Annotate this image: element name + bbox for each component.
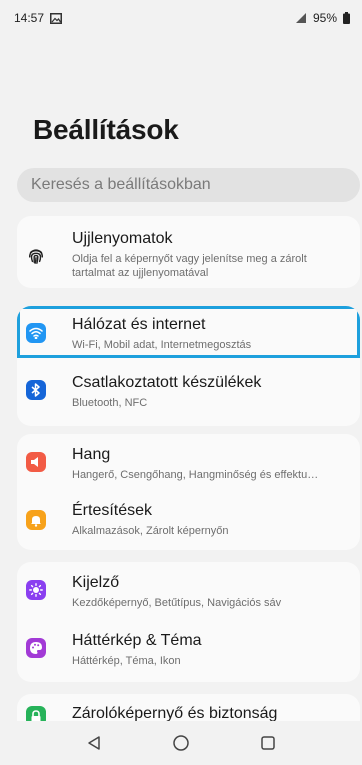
settings-item-subtitle: Hangerő, Csengőhang, Hangminőség és effe… (72, 469, 319, 481)
settings-item-subtitle: Oldja fel a képernyőt vagy jelenítse meg… (72, 253, 307, 279)
signal-icon (295, 12, 307, 24)
selection-highlight (17, 306, 360, 358)
settings-item-text: Hang Hangerő, Csengőhang, Hangminőség és… (72, 446, 350, 482)
battery-level: 95% (312, 11, 337, 25)
bluetooth-icon (26, 380, 46, 400)
settings-item-title: Értesítések (72, 502, 153, 519)
home-icon[interactable] (169, 731, 193, 755)
settings-item-subtitle: Háttérkép, Téma, Ikon (72, 655, 181, 667)
status-bar: 14:57 95% (0, 0, 362, 36)
bell-icon (26, 510, 46, 530)
navigation-bar (0, 721, 362, 765)
search-placeholder: Keresés a beállításokban (31, 176, 211, 193)
fingerprint-icon (26, 246, 46, 266)
settings-item-title: Hang (72, 446, 111, 463)
status-time: 14:57 (14, 11, 45, 25)
settings-item-wallpaper-theme[interactable]: Háttérkép & Téma Háttérkép, Téma, Ikon (17, 622, 360, 682)
settings-card-connectivity: Hálózat és internet Wi-Fi, Mobil adat, I… (17, 306, 360, 426)
settings-item-sound[interactable]: Hang Hangerő, Csengőhang, Hangminőség és… (17, 434, 360, 492)
speaker-icon (26, 452, 46, 472)
settings-item-text: Háttérkép & Téma Háttérkép, Téma, Ikon (72, 632, 350, 668)
settings-item-text: Csatlakoztatott készülékek Bluetooth, NF… (72, 374, 350, 410)
settings-item-notifications[interactable]: Értesítések Alkalmazások, Zárolt képerny… (17, 492, 360, 550)
search-input[interactable]: Keresés a beállításokban (17, 168, 360, 202)
settings-item-subtitle: Bluetooth, NFC (72, 397, 148, 409)
palette-icon (26, 638, 46, 658)
settings-item-text: Kijelző Kezdőképernyő, Betűtípus, Navigá… (72, 574, 350, 610)
settings-item-fingerprints[interactable]: Ujjlenyomatok Oldja fel a képernyőt vagy… (17, 216, 360, 288)
settings-item-subtitle: Kezdőképernyő, Betűtípus, Navigációs sáv (72, 597, 282, 609)
settings-item-subtitle: Alkalmazások, Zárolt képernyőn (72, 525, 229, 537)
settings-card-sound: Hang Hangerő, Csengőhang, Hangminőség és… (17, 434, 360, 550)
settings-item-text: Ujjlenyomatok Oldja fel a képernyőt vagy… (72, 230, 350, 280)
settings-item-network[interactable]: Hálózat és internet Wi-Fi, Mobil adat, I… (17, 306, 360, 358)
battery-icon (343, 12, 350, 24)
settings-card-security: Ujjlenyomatok Oldja fel a képernyőt vagy… (17, 216, 360, 288)
display-icon (26, 580, 46, 600)
gallery-notification-icon (50, 12, 63, 24)
status-right: 95% (295, 11, 350, 25)
recents-icon[interactable] (256, 731, 280, 755)
settings-item-title: Csatlakoztatott készülékek (72, 374, 262, 391)
settings-card-display: Kijelző Kezdőképernyő, Betűtípus, Navigá… (17, 562, 360, 682)
settings-item-connected-devices[interactable]: Csatlakoztatott készülékek Bluetooth, NF… (17, 362, 360, 418)
page-title: Beállítások (33, 114, 179, 145)
settings-item-title: Háttérkép & Téma (72, 632, 202, 649)
settings-item-title: Ujjlenyomatok (72, 230, 173, 247)
settings-item-title: Kijelző (72, 574, 120, 591)
back-icon[interactable] (82, 731, 106, 755)
status-left: 14:57 (14, 11, 63, 25)
settings-item-display[interactable]: Kijelző Kezdőképernyő, Betűtípus, Navigá… (17, 562, 360, 622)
settings-item-text: Értesítések Alkalmazások, Zárolt képerny… (72, 502, 350, 538)
